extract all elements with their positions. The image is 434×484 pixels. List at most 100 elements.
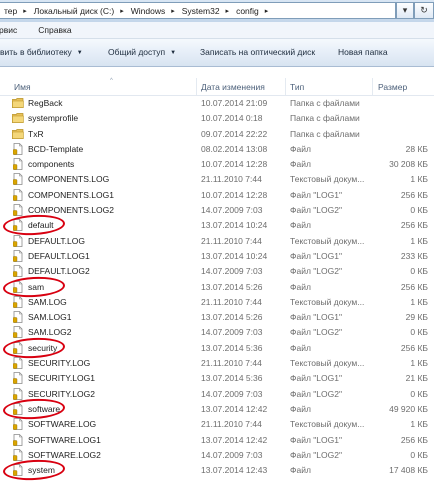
chevron-down-icon: ▾ bbox=[402, 5, 408, 15]
breadcrumb-arrow-icon[interactable]: ▸ bbox=[117, 7, 127, 15]
file-type: Файл bbox=[290, 281, 311, 292]
file-size: 0 КБ bbox=[410, 327, 428, 338]
file-name: SOFTWARE.LOG2 bbox=[28, 449, 101, 460]
file-row[interactable]: DEFAULT.LOG1 13.07.2014 10:24 Файл "LOG1" 2… bbox=[0, 249, 434, 264]
file-row[interactable]: SECURITY.LOG1 13.07.2014 5:36 Файл "LOG1" 2… bbox=[0, 371, 434, 386]
file-date: 13.07.2014 5:26 bbox=[201, 312, 263, 323]
file-date: 14.07.2009 7:03 bbox=[201, 327, 263, 338]
file-type: Файл bbox=[290, 220, 311, 231]
column-header: ^ Имя Дата изменения Тип Размер bbox=[0, 78, 434, 96]
file-type: Файл "LOG1" bbox=[290, 373, 342, 384]
file-row[interactable]: default 13.07.2014 10:24 Файл 256 КБ bbox=[0, 218, 434, 233]
breadcrumb-system32[interactable]: System32 bbox=[178, 6, 223, 16]
breadcrumb-arrow-icon[interactable]: ▸ bbox=[223, 7, 233, 15]
file-row[interactable]: COMPONENTS.LOG2 14.07.2009 7:03 Файл "LOG2… bbox=[0, 203, 434, 218]
file-icon bbox=[12, 372, 23, 385]
file-name: DEFAULT.LOG bbox=[28, 235, 85, 246]
file-row[interactable]: SAM.LOG1 13.07.2014 5:26 Файл "LOG1" 29 КБ bbox=[0, 310, 434, 325]
file-size: 0 КБ bbox=[410, 205, 428, 216]
file-list: RegBack 10.07.2014 21:09 Папка с файлами sy… bbox=[0, 96, 434, 482]
file-name: SAM.LOG1 bbox=[28, 312, 72, 323]
refresh-button[interactable]: ↻ bbox=[414, 2, 434, 19]
file-date: 21.11.2010 7:44 bbox=[201, 358, 262, 369]
file-row[interactable]: SAM.LOG2 14.07.2009 7:03 Файл "LOG2" 0 КБ bbox=[0, 325, 434, 340]
file-row[interactable]: COMPONENTS.LOG 21.11.2010 7:44 Текстовый д… bbox=[0, 172, 434, 187]
file-type: Файл bbox=[290, 342, 311, 353]
file-icon bbox=[12, 326, 23, 339]
file-icon bbox=[12, 142, 23, 155]
column-divider[interactable] bbox=[285, 78, 286, 95]
file-type: Файл bbox=[290, 159, 311, 170]
file-date: 14.07.2009 7:03 bbox=[201, 449, 263, 460]
file-name: COMPONENTS.LOG1 bbox=[28, 189, 114, 200]
file-row[interactable]: TxR 09.07.2014 22:22 Папка с файлами bbox=[0, 127, 434, 142]
column-divider[interactable] bbox=[372, 78, 373, 95]
file-name: SECURITY.LOG bbox=[28, 358, 91, 369]
file-row[interactable]: SECURITY.LOG2 14.07.2009 7:03 Файл "LOG2" 0… bbox=[0, 387, 434, 402]
column-type[interactable]: Тип bbox=[290, 82, 304, 92]
column-size[interactable]: Размер bbox=[378, 82, 407, 92]
file-name: SOFTWARE.LOG1 bbox=[28, 434, 101, 445]
file-type: Файл "LOG2" bbox=[290, 266, 342, 277]
column-name[interactable]: Имя bbox=[14, 82, 31, 92]
address-bar[interactable]: тер ▸ Локальный диск (C:) ▸ Windows ▸ Sy… bbox=[0, 2, 396, 19]
file-type: Файл bbox=[290, 465, 311, 476]
breadcrumb-arrow-icon[interactable]: ▸ bbox=[20, 7, 30, 15]
menu-service[interactable]: рвис bbox=[0, 25, 25, 35]
file-type: Папка с файлами bbox=[290, 128, 360, 139]
file-type: Файл bbox=[290, 403, 311, 414]
file-size: 233 КБ bbox=[400, 250, 428, 261]
file-row[interactable]: system 13.07.2014 12:43 Файл 17 408 КБ bbox=[0, 463, 434, 478]
file-type: Файл "LOG2" bbox=[290, 205, 342, 216]
file-size: 21 КБ bbox=[405, 373, 428, 384]
file-date: 13.07.2014 12:42 bbox=[201, 403, 268, 414]
file-row[interactable]: COMPONENTS.LOG1 10.07.2014 12:28 Файл "LOG… bbox=[0, 188, 434, 203]
file-size: 1 КБ bbox=[410, 419, 428, 430]
file-row[interactable]: SOFTWARE.LOG1 13.07.2014 12:42 Файл "LOG1"… bbox=[0, 433, 434, 448]
file-size: 256 КБ bbox=[400, 220, 428, 231]
file-icon bbox=[12, 204, 23, 216]
breadcrumb-windows[interactable]: Windows bbox=[127, 6, 168, 16]
address-history-button[interactable]: ▾ bbox=[396, 2, 414, 19]
share-button[interactable]: Общий доступ ▼ bbox=[108, 47, 176, 57]
chevron-down-icon: ▼ bbox=[76, 50, 83, 56]
column-date[interactable]: Дата изменения bbox=[201, 82, 265, 92]
file-row[interactable]: SOFTWARE.LOG2 14.07.2009 7:03 Файл "LOG2" 0… bbox=[0, 448, 434, 463]
file-row[interactable]: SECURITY.LOG 21.11.2010 7:44 Текстовый док… bbox=[0, 356, 434, 371]
file-row[interactable]: sam 13.07.2014 5:26 Файл 256 КБ bbox=[0, 280, 434, 295]
breadcrumb-arrow-icon[interactable]: ▸ bbox=[262, 7, 272, 15]
file-type: Текстовый докум... bbox=[290, 358, 365, 369]
burn-button[interactable]: Записать на оптический диск bbox=[200, 47, 315, 57]
file-date: 13.07.2014 5:26 bbox=[201, 281, 263, 292]
file-name: RegBack bbox=[28, 98, 63, 108]
file-size: 256 КБ bbox=[400, 342, 428, 353]
file-icon bbox=[12, 173, 23, 186]
menu-help[interactable]: Справка bbox=[24, 25, 79, 35]
file-type: Текстовый докум... bbox=[290, 419, 365, 430]
file-row[interactable]: security 13.07.2014 5:36 Файл 256 КБ bbox=[0, 341, 434, 356]
breadcrumb-arrow-icon[interactable]: ▸ bbox=[168, 7, 178, 15]
add-to-library-label: вить в библиотеку bbox=[0, 47, 72, 57]
file-row[interactable]: DEFAULT.LOG2 14.07.2009 7:03 Файл "LOG2" 0 … bbox=[0, 264, 434, 279]
file-size: 0 КБ bbox=[410, 266, 428, 277]
breadcrumb-computer[interactable]: тер bbox=[0, 6, 20, 16]
breadcrumb-local-disk[interactable]: Локальный диск (C:) bbox=[30, 6, 117, 16]
file-row[interactable]: RegBack 10.07.2014 21:09 Папка с файлами bbox=[0, 96, 434, 111]
file-row[interactable]: systemprofile 10.07.2014 0:18 Папка с файл… bbox=[0, 111, 434, 126]
file-type: Папка с файлами bbox=[290, 98, 360, 108]
file-name: SAM.LOG bbox=[28, 296, 67, 307]
file-icon bbox=[12, 357, 23, 369]
file-row[interactable]: software 13.07.2014 12:42 Файл 49 920 КБ bbox=[0, 402, 434, 417]
breadcrumb-config[interactable]: config bbox=[232, 6, 262, 16]
file-size: 17 408 КБ bbox=[389, 465, 428, 476]
file-row[interactable]: BCD-Template 08.02.2014 13:08 Файл 28 КБ bbox=[0, 142, 434, 157]
file-row[interactable]: components 10.07.2014 12:28 Файл 30 208 КБ bbox=[0, 157, 434, 172]
file-type: Текстовый докум... bbox=[290, 296, 365, 307]
file-row[interactable]: DEFAULT.LOG 21.11.2010 7:44 Текстовый доку… bbox=[0, 234, 434, 249]
add-to-library-button[interactable]: вить в библиотеку ▼ bbox=[0, 47, 83, 57]
file-row[interactable]: SOFTWARE.LOG 21.11.2010 7:44 Текстовый док… bbox=[0, 417, 434, 432]
new-folder-button[interactable]: Новая папка bbox=[338, 47, 388, 57]
column-divider[interactable] bbox=[196, 78, 197, 95]
address-bar-area: тер ▸ Локальный диск (C:) ▸ Windows ▸ Sy… bbox=[0, 0, 434, 22]
file-row[interactable]: SAM.LOG 21.11.2010 7:44 Текстовый докум...… bbox=[0, 295, 434, 310]
